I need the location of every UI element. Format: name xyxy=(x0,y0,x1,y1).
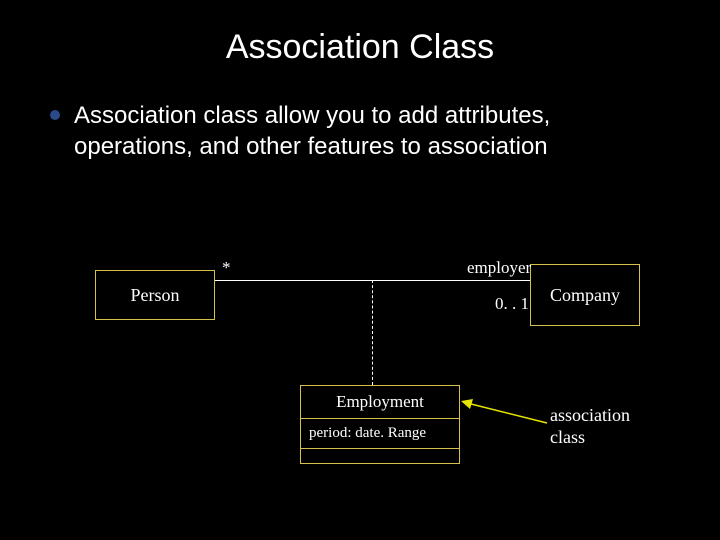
association-dash-line xyxy=(372,280,373,385)
annotation-line2: class xyxy=(550,427,585,447)
bullet-item: Association class allow you to add attri… xyxy=(50,100,670,162)
annotation-line1: association xyxy=(550,405,630,425)
employment-class-name: Employment xyxy=(301,386,459,419)
employment-attribute: period: date. Range xyxy=(301,419,459,449)
role-employer: employer xyxy=(467,258,531,278)
uml-association-class-employment: Employment period: date. Range xyxy=(300,385,460,464)
annotation-arrow-icon xyxy=(455,395,555,435)
uml-class-company: Company xyxy=(530,264,640,326)
bullet-text: Association class allow you to add attri… xyxy=(74,100,670,162)
multiplicity-zero-one: 0. . 1 xyxy=(495,294,529,314)
multiplicity-star: * xyxy=(222,258,231,278)
employment-operations-empty xyxy=(301,449,459,463)
annotation-text: association class xyxy=(550,405,630,448)
uml-diagram: Person Company * employer 0. . 1 Employm… xyxy=(0,250,720,540)
slide-title: Association Class xyxy=(0,28,720,67)
bullet-dot-icon xyxy=(50,110,60,120)
uml-class-person: Person xyxy=(95,270,215,320)
